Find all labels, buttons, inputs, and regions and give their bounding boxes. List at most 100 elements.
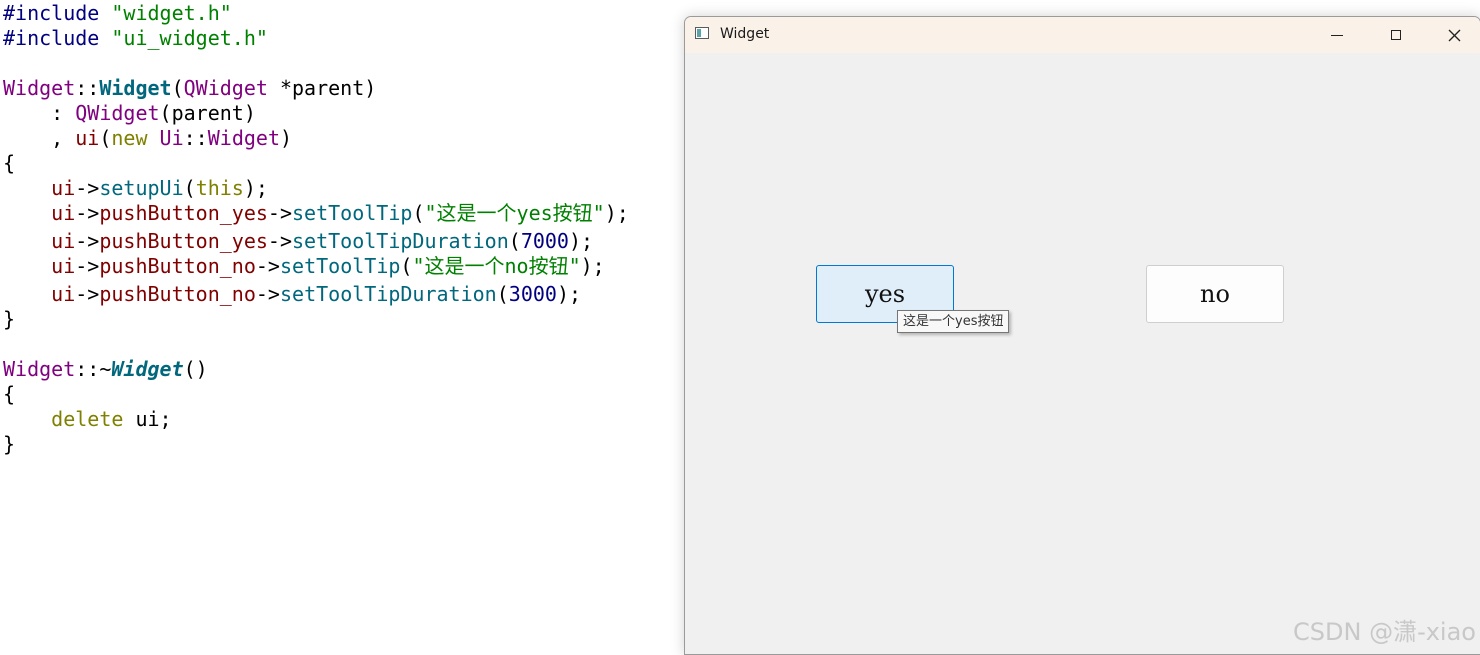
code-token: () (183, 357, 208, 381)
close-button[interactable] (1426, 17, 1480, 53)
minimize-button[interactable] (1309, 17, 1365, 53)
widget-window: Widget yes no 这是一个yes按钮 (684, 16, 1480, 655)
code-token: "widget.h" (111, 1, 232, 25)
code-token: } (3, 307, 16, 331)
code-token: Widget (99, 76, 172, 100)
code-token: (parent) (159, 101, 256, 125)
code-token: ui (3, 176, 76, 200)
code-token: ui; (123, 407, 172, 431)
code-token: Widget (3, 357, 76, 381)
code-token: ::~ (75, 357, 112, 381)
watermark: CSDN @潇-xiao (1293, 618, 1476, 646)
code-token: } (3, 432, 16, 456)
code-token: ( (400, 254, 413, 278)
code-token: ui (3, 254, 76, 278)
code-token: -> (75, 282, 100, 306)
code-token: setToolTip (279, 254, 401, 278)
code-token: Ui (147, 126, 184, 150)
code-token: Widget (3, 76, 76, 100)
window-title: Widget (720, 26, 770, 42)
code-editor: #include "widget.h" #include "ui_widget.… (3, 0, 673, 655)
code-token: ); (556, 282, 582, 306)
code-token: *parent) (267, 76, 377, 100)
minimize-icon (1331, 34, 1343, 36)
code-token: -> (75, 201, 100, 225)
code-token: "这是一个no按钮" (412, 254, 581, 278)
app-window-icon (695, 27, 709, 39)
code-line: , ui(new Ui::Widget) (3, 125, 292, 151)
code-token: QWidget (183, 76, 268, 100)
code-token: ); (604, 201, 629, 225)
code-token: -> (267, 201, 293, 225)
code-token: { (3, 151, 16, 175)
code-token: #include (3, 1, 100, 25)
code-line: #include "widget.h" (3, 0, 232, 26)
code-token: -> (75, 229, 100, 253)
close-icon (1448, 29, 1460, 41)
code-token: { (3, 382, 16, 406)
code-token: pushButton_yes (99, 201, 268, 225)
code-token: Widget (111, 357, 184, 381)
code-token: #include (3, 26, 100, 50)
code-line: : QWidget(parent) (3, 100, 256, 126)
code-token: ui (3, 229, 76, 253)
code-token: : (3, 101, 76, 125)
code-token: ( (183, 176, 196, 200)
code-line: ui->pushButton_yes->setToolTipDuration(7… (3, 228, 593, 254)
no-button[interactable]: no (1146, 265, 1284, 323)
code-line: ui->pushButton_yes->setToolTip("这是一个yes按… (3, 200, 629, 226)
code-token: -> (75, 176, 100, 200)
code-line: delete ui; (3, 406, 172, 432)
code-token: , (3, 126, 76, 150)
code-token: pushButton_no (99, 282, 256, 306)
maximize-button[interactable] (1368, 17, 1424, 53)
code-token: new (111, 126, 148, 150)
code-token: setToolTipDuration (279, 282, 497, 306)
code-token: "ui_widget.h" (111, 26, 268, 50)
code-token: -> (255, 282, 280, 306)
code-token: -> (75, 254, 100, 278)
code-token: 7000 (520, 229, 569, 253)
code-token: "这是一个yes按钮" (424, 201, 605, 225)
code-line: #include "ui_widget.h" (3, 25, 268, 51)
code-token: ( (99, 126, 112, 150)
code-token: ); (568, 229, 594, 253)
code-line: ui->setupUi(this); (3, 175, 268, 201)
code-token: setToolTip (292, 201, 413, 225)
code-token: :: (183, 126, 208, 150)
code-token: ui (3, 201, 76, 225)
code-token: ); (243, 176, 268, 200)
code-line: Widget::Widget(QWidget *parent) (3, 75, 376, 101)
code-token: delete (3, 407, 124, 431)
code-line: { (3, 381, 15, 407)
code-token: pushButton_yes (99, 229, 268, 253)
code-token: -> (255, 254, 280, 278)
code-token: pushButton_no (99, 254, 256, 278)
code-token: ( (508, 229, 521, 253)
maximize-icon (1391, 30, 1401, 40)
code-token: 3000 (508, 282, 557, 306)
code-token: this (195, 176, 244, 200)
code-token: ui (3, 282, 76, 306)
code-line: Widget::~Widget() (3, 356, 208, 382)
code-token: ( (171, 76, 184, 100)
code-token: ); (580, 254, 605, 278)
code-line: { (3, 150, 15, 176)
window-content: yes no 这是一个yes按钮 (685, 53, 1480, 654)
code-line: } (3, 306, 15, 332)
code-token: -> (267, 229, 293, 253)
code-token: setToolTipDuration (292, 229, 509, 253)
code-token: Widget (207, 126, 280, 150)
code-token: setupUi (99, 176, 184, 200)
yes-button-tooltip: 这是一个yes按钮 (897, 310, 1010, 333)
code-token: :: (75, 76, 100, 100)
code-token: ) (279, 126, 293, 150)
title-bar[interactable]: Widget (685, 17, 1480, 53)
code-token: QWidget (75, 101, 160, 125)
code-line: ui->pushButton_no->setToolTipDuration(30… (3, 281, 581, 307)
code-line: } (3, 431, 15, 457)
code-token: ui (75, 126, 100, 150)
code-token: ( (496, 282, 509, 306)
code-line: ui->pushButton_no->setToolTip("这是一个no按钮"… (3, 253, 605, 279)
code-token: ( (412, 201, 425, 225)
